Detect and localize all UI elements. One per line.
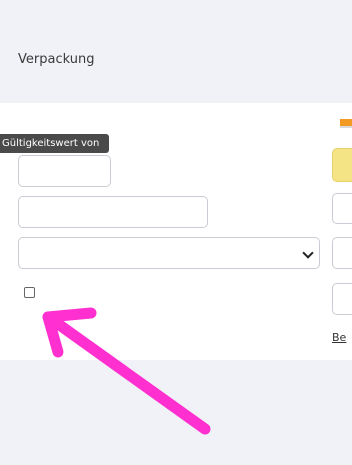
highlighted-field[interactable]	[332, 148, 352, 182]
valid-from-input[interactable]	[18, 155, 111, 187]
section-title: Verpackung	[18, 52, 95, 67]
text-input[interactable]	[18, 196, 208, 228]
dropdown-select[interactable]	[18, 237, 320, 269]
flag-icon	[340, 119, 352, 128]
link[interactable]: Be	[332, 331, 346, 344]
right-field[interactable]	[332, 237, 352, 269]
tooltip: Gültigkeitswert von	[0, 134, 110, 153]
chevron-down-icon	[302, 247, 314, 259]
right-field[interactable]	[332, 193, 352, 224]
right-field[interactable]	[332, 283, 352, 315]
checkbox[interactable]	[24, 287, 35, 298]
